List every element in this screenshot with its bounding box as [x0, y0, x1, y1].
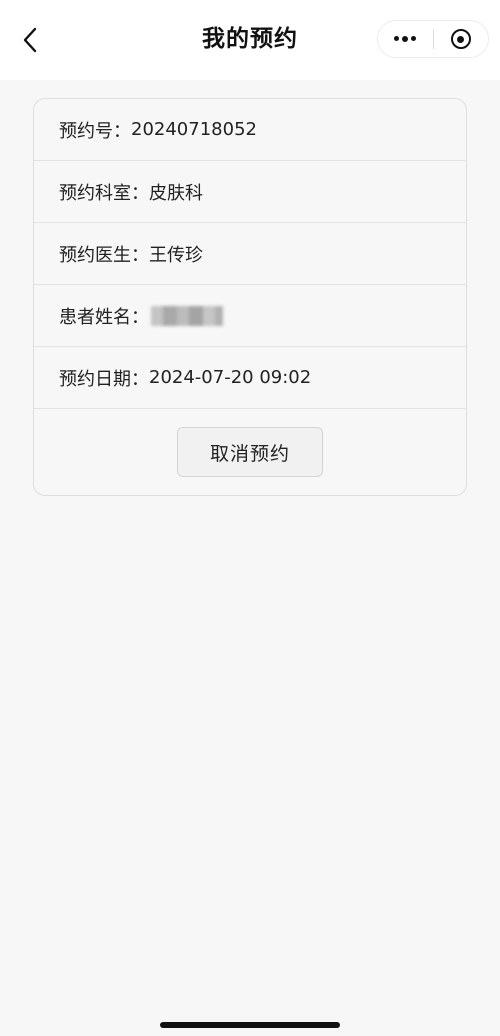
home-indicator[interactable] — [160, 1022, 340, 1028]
appointment-number-value: 20240718052 — [131, 119, 257, 140]
patient-name-label: 患者姓名： — [59, 306, 149, 328]
target-circle-icon — [450, 29, 471, 49]
appointment-date-row: 预约日期： 2024-07-20 09:02 — [34, 347, 466, 409]
patient-name-obscured — [151, 304, 223, 328]
appointment-number-row: 预约号： 20240718052 — [34, 99, 466, 161]
doctor-value: 王传珍 — [149, 244, 203, 266]
appointment-card: 预约号： 20240718052 预约科室： 皮肤科 预约医生： 王传珍 患者姓名： … — [33, 98, 467, 496]
doctor-label: 预约医生： — [59, 244, 149, 266]
appointment-date-value: 2024-07-20 09:02 — [149, 367, 312, 388]
mini-program-capsule — [377, 20, 489, 58]
department-label: 预约科室： — [59, 182, 149, 204]
appointment-number-label: 预约号： — [59, 120, 131, 142]
more-button[interactable] — [378, 21, 433, 57]
close-mini-program-button[interactable] — [434, 21, 489, 57]
more-dots-icon — [394, 35, 417, 42]
appointment-page: 我的预约 预约号： 20240718052 预约科室： 皮肤科 预约医生： 王传珍 — [0, 0, 500, 1036]
department-row: 预约科室： 皮肤科 — [34, 161, 466, 223]
cancel-appointment-button[interactable]: 取消预约 — [177, 427, 323, 477]
patient-name-row: 患者姓名： — [34, 285, 466, 347]
nav-bar: 我的预约 — [0, 0, 500, 80]
doctor-row: 预约医生： 王传珍 — [34, 223, 466, 285]
action-area: 取消预约 — [34, 409, 466, 495]
appointment-date-label: 预约日期： — [59, 368, 149, 390]
department-value: 皮肤科 — [149, 182, 203, 204]
